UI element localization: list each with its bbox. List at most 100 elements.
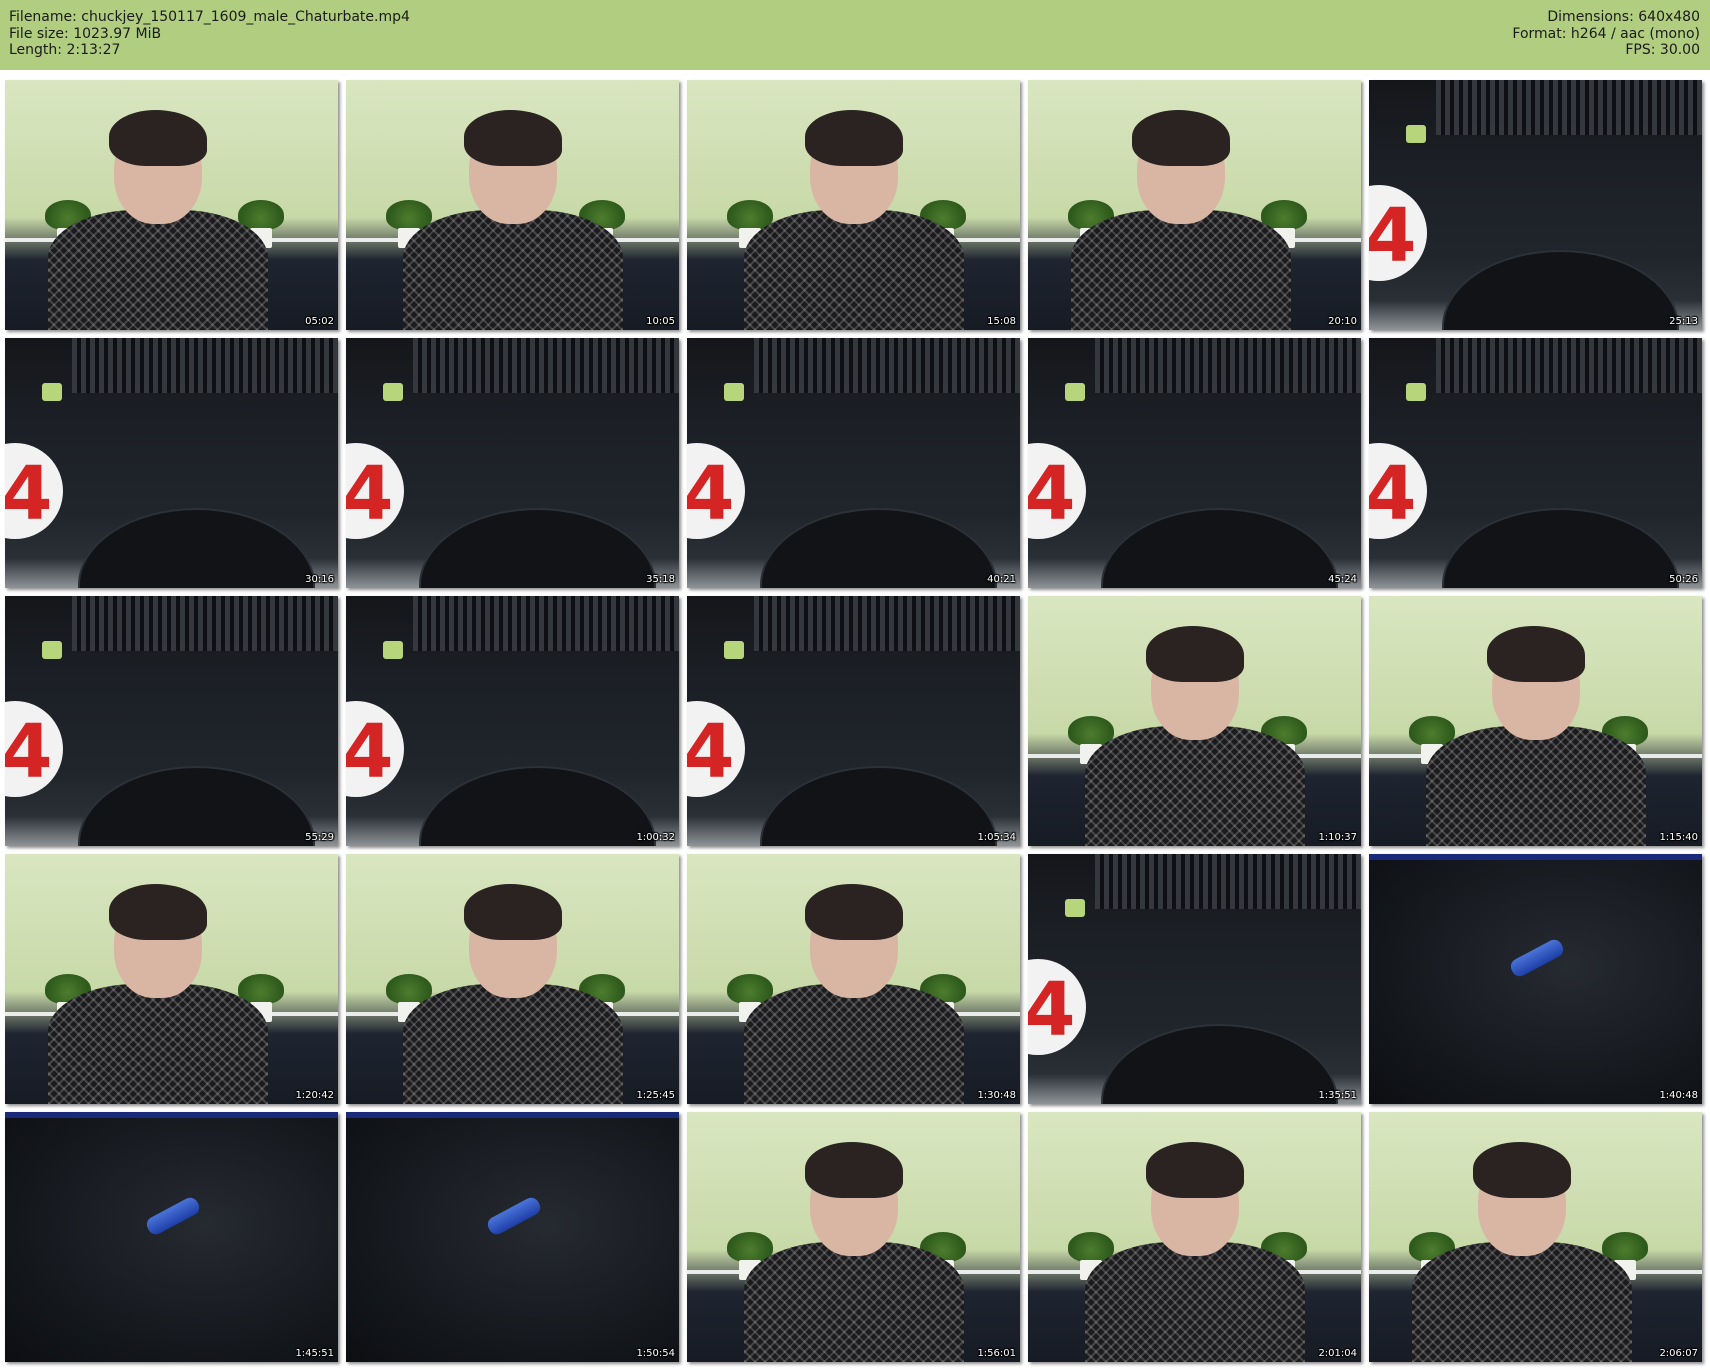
desk-arc <box>760 766 998 846</box>
thumbnail: 15:08 <box>687 80 1020 330</box>
thumbnail-frame <box>1028 596 1361 846</box>
thumbnail-frame <box>687 1112 1020 1362</box>
mesh-shirt <box>743 984 964 1104</box>
blue-cylinder <box>485 1194 543 1238</box>
timestamp: 1:30:48 <box>977 1090 1016 1101</box>
thumbnail: 25:13 <box>1369 80 1702 330</box>
timestamp: 05:02 <box>305 316 334 327</box>
thumbnail-frame <box>346 80 679 330</box>
desk-tag <box>1405 125 1426 143</box>
thumbnail-frame <box>5 338 338 588</box>
desk-tag <box>1064 383 1085 401</box>
thumbnail-frame <box>5 1112 338 1362</box>
mesh-shirt <box>402 984 623 1104</box>
desk-arc <box>78 508 316 588</box>
desk-keyboard <box>1435 80 1702 135</box>
hair <box>1132 110 1231 166</box>
mesh-shirt <box>48 210 269 330</box>
timestamp: 1:40:48 <box>1659 1090 1698 1101</box>
thumbnail-frame <box>5 80 338 330</box>
dimensions-text: Dimensions: 640x480 <box>1547 9 1700 25</box>
desk-arc <box>1442 508 1680 588</box>
desk-tag <box>723 383 744 401</box>
desk-arc <box>1101 508 1339 588</box>
timestamp: 45:24 <box>1328 574 1357 585</box>
desk-keyboard <box>1094 338 1361 393</box>
hair <box>804 1142 903 1198</box>
desk-disc <box>346 443 404 539</box>
timestamp: 10:05 <box>646 316 675 327</box>
thumbnail-frame <box>1028 338 1361 588</box>
thumbnail: 40:21 <box>687 338 1020 588</box>
mesh-shirt <box>48 984 269 1104</box>
desk-arc <box>1442 250 1680 330</box>
timestamp: 1:05:34 <box>977 832 1016 843</box>
thumbnail: 1:05:34 <box>687 596 1020 846</box>
thumbnail: 10:05 <box>346 80 679 330</box>
timestamp: 1:50:54 <box>636 1348 675 1359</box>
hair <box>463 110 562 166</box>
desk-disc <box>5 701 63 797</box>
thumbnail: 1:10:37 <box>1028 596 1361 846</box>
hair <box>1486 626 1585 682</box>
desk-disc <box>346 701 404 797</box>
blue-cylinder <box>1508 936 1566 980</box>
thumbnail: 1:00:32 <box>346 596 679 846</box>
desk-tag <box>41 383 62 401</box>
thumbnail: 1:35:51 <box>1028 854 1361 1104</box>
thumbnail: 45:24 <box>1028 338 1361 588</box>
timestamp: 40:21 <box>987 574 1016 585</box>
desk-tag <box>382 383 403 401</box>
mesh-shirt <box>743 210 964 330</box>
desk-disc <box>1028 443 1086 539</box>
mesh-shirt <box>743 1242 964 1362</box>
desk-arc <box>760 508 998 588</box>
desk-arc <box>1101 1024 1339 1104</box>
hair <box>804 110 903 166</box>
thumbnail-frame <box>687 596 1020 846</box>
thumbnail: 1:40:48 <box>1369 854 1702 1104</box>
thumbnail-frame <box>1028 1112 1361 1362</box>
timestamp: 1:56:01 <box>977 1348 1016 1359</box>
desk-keyboard <box>71 338 338 393</box>
timestamp: 1:45:51 <box>295 1348 334 1359</box>
desk-keyboard <box>71 596 338 651</box>
thumbnail-frame <box>346 854 679 1104</box>
timestamp: 1:15:40 <box>1659 832 1698 843</box>
timestamp: 50:26 <box>1669 574 1698 585</box>
desk-tag <box>41 641 62 659</box>
timestamp: 1:25:45 <box>636 1090 675 1101</box>
filesize-text: File size: 1023.97 MiB <box>9 25 162 42</box>
desk-tag <box>382 641 403 659</box>
hair <box>1473 1142 1572 1198</box>
desk-keyboard <box>1094 854 1361 909</box>
thumbnail-frame <box>346 596 679 846</box>
info-right: Dimensions: 640x480 Format: h264 / aac (… <box>1512 9 1700 59</box>
thumbnail-grid: 05:02 10:05 15:08 20:10 25:13 30:16 35:18 40:21… <box>0 70 1710 1370</box>
thumbnail-frame <box>687 338 1020 588</box>
timestamp: 1:35:51 <box>1318 1090 1357 1101</box>
thumbnail: 2:01:04 <box>1028 1112 1361 1362</box>
mesh-shirt <box>1071 210 1292 330</box>
timestamp: 2:01:04 <box>1318 1348 1357 1359</box>
thumbnail-frame <box>1369 80 1702 330</box>
desk-disc <box>1369 185 1427 281</box>
filename-text: Filename: chuckjey_150117_1609_male_Chat… <box>9 9 410 25</box>
mesh-shirt <box>402 210 623 330</box>
thumbnail-frame <box>1369 1112 1702 1362</box>
thumbnail: 30:16 <box>5 338 338 588</box>
thumbnail: 1:20:42 <box>5 854 338 1104</box>
desk-disc <box>1028 959 1086 1055</box>
thumbnail-frame <box>1369 854 1702 1104</box>
thumbnail: 2:06:07 <box>1369 1112 1702 1362</box>
thumbnail: 55:29 <box>5 596 338 846</box>
timestamp: 30:16 <box>305 574 334 585</box>
info-left: Filename: chuckjey_150117_1609_male_Chat… <box>9 9 410 59</box>
thumbnail: 1:15:40 <box>1369 596 1702 846</box>
mesh-shirt <box>1425 726 1646 846</box>
desk-disc <box>5 443 63 539</box>
desk-tag <box>1064 899 1085 917</box>
thumbnail-frame <box>687 854 1020 1104</box>
desk-disc <box>1369 443 1427 539</box>
desk-tag <box>723 641 744 659</box>
